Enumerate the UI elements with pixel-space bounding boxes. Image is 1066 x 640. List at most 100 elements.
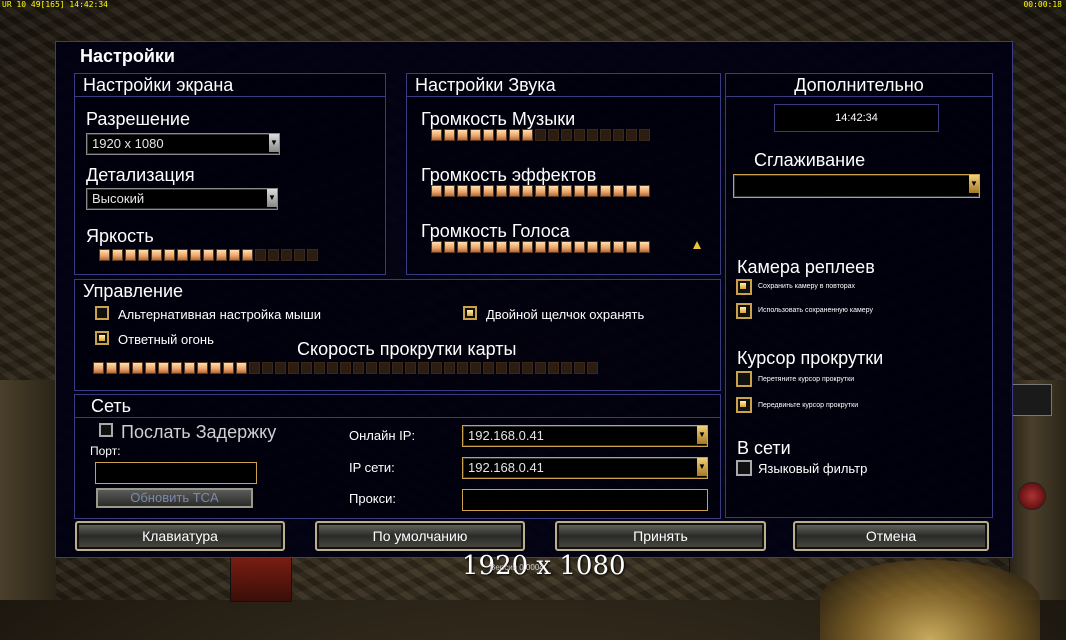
scroll-speed-slider[interactable]: [93, 362, 598, 375]
lan-ip-select[interactable]: 192.168.0.41 ▼: [462, 457, 708, 479]
slider-segment[interactable]: [587, 362, 598, 374]
scroll-move-checkbox[interactable]: [736, 397, 752, 413]
slider-segment[interactable]: [223, 362, 234, 374]
slider-segment[interactable]: [366, 362, 377, 374]
slider-segment[interactable]: [405, 362, 416, 374]
slider-segment[interactable]: [301, 362, 312, 374]
scroll-drag-checkbox[interactable]: [736, 371, 752, 387]
slider-segment[interactable]: [548, 362, 559, 374]
slider-segment[interactable]: [483, 362, 494, 374]
slider-segment[interactable]: [561, 129, 572, 141]
slider-segment[interactable]: [171, 362, 182, 374]
slider-segment[interactable]: [470, 241, 481, 253]
slider-segment[interactable]: [314, 362, 325, 374]
alt-mouse-checkbox[interactable]: [95, 306, 109, 320]
update-tca-button[interactable]: Обновить TCA: [96, 488, 253, 508]
slider-segment[interactable]: [392, 362, 403, 374]
slider-segment[interactable]: [613, 185, 624, 197]
slider-segment[interactable]: [444, 362, 455, 374]
slider-segment[interactable]: [574, 241, 585, 253]
slider-segment[interactable]: [444, 241, 455, 253]
slider-segment[interactable]: [307, 249, 318, 261]
chevron-down-icon[interactable]: ▼: [697, 426, 707, 444]
slider-segment[interactable]: [574, 185, 585, 197]
slider-segment[interactable]: [99, 249, 110, 261]
return-fire-checkbox[interactable]: [95, 331, 109, 345]
slider-segment[interactable]: [431, 129, 442, 141]
cancel-button[interactable]: Отмена: [793, 521, 989, 551]
slider-segment[interactable]: [294, 249, 305, 261]
slider-segment[interactable]: [600, 129, 611, 141]
slider-segment[interactable]: [600, 185, 611, 197]
slider-segment[interactable]: [522, 185, 533, 197]
slider-segment[interactable]: [483, 129, 494, 141]
slider-segment[interactable]: [457, 129, 468, 141]
slider-segment[interactable]: [242, 249, 253, 261]
slider-segment[interactable]: [457, 185, 468, 197]
slider-segment[interactable]: [535, 129, 546, 141]
slider-segment[interactable]: [574, 129, 585, 141]
slider-segment[interactable]: [535, 362, 546, 374]
port-input[interactable]: [95, 462, 257, 484]
slider-segment[interactable]: [262, 362, 273, 374]
slider-segment[interactable]: [255, 249, 266, 261]
slider-segment[interactable]: [626, 241, 637, 253]
slider-segment[interactable]: [158, 362, 169, 374]
slider-segment[interactable]: [275, 362, 286, 374]
slider-segment[interactable]: [522, 241, 533, 253]
slider-segment[interactable]: [288, 362, 299, 374]
slider-segment[interactable]: [281, 249, 292, 261]
proxy-input[interactable]: [462, 489, 708, 511]
slider-segment[interactable]: [353, 362, 364, 374]
slider-segment[interactable]: [145, 362, 156, 374]
slider-segment[interactable]: [470, 185, 481, 197]
effects-volume-slider[interactable]: [431, 185, 650, 198]
send-delay-checkbox[interactable]: [99, 423, 113, 437]
slider-segment[interactable]: [177, 249, 188, 261]
slider-segment[interactable]: [340, 362, 351, 374]
slider-segment[interactable]: [639, 241, 650, 253]
slider-segment[interactable]: [236, 362, 247, 374]
slider-segment[interactable]: [496, 362, 507, 374]
slider-segment[interactable]: [151, 249, 162, 261]
slider-segment[interactable]: [431, 241, 442, 253]
detail-select[interactable]: Высокий ▼: [86, 188, 278, 210]
slider-segment[interactable]: [483, 241, 494, 253]
slider-segment[interactable]: [327, 362, 338, 374]
slider-segment[interactable]: [93, 362, 104, 374]
slider-segment[interactable]: [229, 249, 240, 261]
slider-segment[interactable]: [561, 241, 572, 253]
slider-segment[interactable]: [197, 362, 208, 374]
slider-segment[interactable]: [509, 185, 520, 197]
slider-segment[interactable]: [587, 241, 598, 253]
slider-segment[interactable]: [483, 185, 494, 197]
online-ip-select[interactable]: 192.168.0.41 ▼: [462, 425, 708, 447]
slider-segment[interactable]: [509, 241, 520, 253]
brightness-slider[interactable]: [99, 249, 318, 262]
defaults-button[interactable]: По умолчанию: [315, 521, 525, 551]
accept-button[interactable]: Принять: [555, 521, 766, 551]
slider-segment[interactable]: [509, 129, 520, 141]
slider-segment[interactable]: [522, 362, 533, 374]
slider-segment[interactable]: [561, 185, 572, 197]
music-volume-slider[interactable]: [431, 129, 650, 142]
slider-segment[interactable]: [138, 249, 149, 261]
slider-segment[interactable]: [164, 249, 175, 261]
language-filter-checkbox[interactable]: [736, 460, 752, 476]
slider-segment[interactable]: [613, 241, 624, 253]
slider-segment[interactable]: [470, 362, 481, 374]
slider-segment[interactable]: [125, 249, 136, 261]
slider-segment[interactable]: [457, 362, 468, 374]
chevron-down-icon[interactable]: ▼: [697, 458, 707, 476]
slider-segment[interactable]: [587, 185, 598, 197]
slider-segment[interactable]: [639, 129, 650, 141]
slider-segment[interactable]: [574, 362, 585, 374]
slider-segment[interactable]: [379, 362, 390, 374]
slider-segment[interactable]: [548, 129, 559, 141]
slider-segment[interactable]: [548, 185, 559, 197]
slider-segment[interactable]: [535, 185, 546, 197]
slider-segment[interactable]: [249, 362, 260, 374]
slider-segment[interactable]: [509, 362, 520, 374]
slider-segment[interactable]: [496, 241, 507, 253]
slider-segment[interactable]: [431, 185, 442, 197]
